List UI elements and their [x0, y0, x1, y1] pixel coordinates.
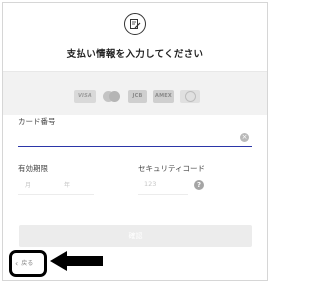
payment-panel: 支払い情報を入力してください VISA JCB AMEX カード番号 × 有効期…	[2, 2, 268, 281]
diners-logo-icon	[180, 90, 200, 103]
card-number-label: カード番号	[18, 117, 56, 126]
expiry-month-placeholder[interactable]: 月	[25, 180, 31, 189]
expiry-field[interactable]: 月 年	[18, 176, 94, 195]
edit-document-icon	[124, 13, 146, 35]
accepted-cards-band: VISA JCB AMEX	[3, 72, 267, 115]
security-code-field[interactable]: 123	[138, 176, 188, 195]
help-icon[interactable]: ?	[194, 180, 204, 190]
annotation-arrow-icon	[50, 251, 103, 271]
confirm-button[interactable]: 確認	[19, 225, 252, 247]
chevron-left-icon: ‹	[15, 259, 19, 268]
mastercard-logo-icon	[102, 90, 122, 103]
clear-icon[interactable]: ×	[240, 133, 249, 142]
back-link[interactable]: ‹ 戻る	[15, 258, 33, 268]
back-label: 戻る	[21, 260, 34, 267]
security-code-label: セキュリティコード	[138, 164, 206, 173]
header: 支払い情報を入力してください	[3, 3, 267, 72]
page-title: 支払い情報を入力してください	[66, 49, 204, 60]
card-number-input[interactable]	[18, 131, 252, 147]
expiry-label: 有効期限	[18, 164, 48, 173]
visa-logo-icon: VISA	[74, 90, 96, 103]
amex-logo-icon: AMEX	[153, 90, 174, 103]
jcb-logo-icon: JCB	[128, 90, 147, 103]
expiry-year-placeholder[interactable]: 年	[64, 180, 70, 189]
security-code-placeholder: 123	[144, 180, 157, 188]
